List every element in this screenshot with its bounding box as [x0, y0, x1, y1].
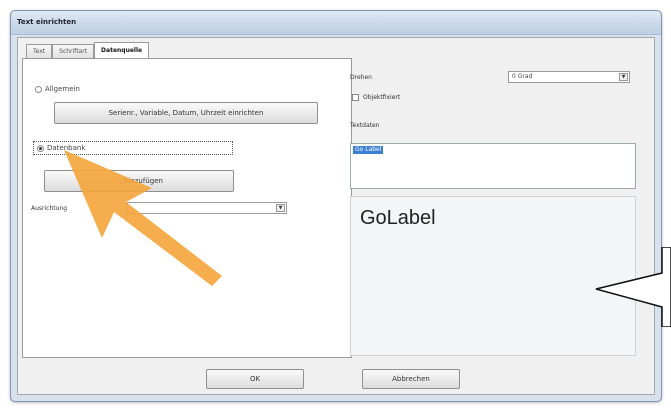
- textdata-selected-text: Go Label: [353, 146, 384, 154]
- series-setup-button[interactable]: Serienr., Variable, Datum, Uhrzeit einri…: [54, 102, 318, 124]
- radio-database-circle[interactable]: [37, 144, 44, 152]
- rotate-value: 0 Grad: [512, 73, 533, 80]
- annotation-arrow-icon: [64, 150, 222, 286]
- objectfixed-label: Objektfixiert: [363, 94, 401, 101]
- ok-button[interactable]: OK: [206, 369, 304, 389]
- radio-general-label: Allgemein: [45, 85, 80, 93]
- callout-bubble-shape: [595, 247, 671, 327]
- annotation-arrow-shape: [64, 150, 222, 286]
- tab-text[interactable]: Text: [26, 44, 53, 58]
- tab-datasource[interactable]: Datenquelle: [94, 42, 150, 58]
- radio-general-circle[interactable]: [35, 85, 42, 93]
- tab-font[interactable]: Schriftart: [52, 44, 95, 58]
- rotate-label: Drehen: [350, 74, 372, 81]
- radio-general[interactable]: Allgemein: [35, 85, 80, 93]
- title-bar: Text einrichten: [11, 11, 661, 35]
- chevron-down-icon[interactable]: ▼: [276, 204, 285, 212]
- window-title: Text einrichten: [17, 18, 77, 26]
- objectfixed-checkbox[interactable]: [352, 94, 359, 101]
- rotate-dropdown[interactable]: 0 Grad ▼: [508, 71, 630, 83]
- cancel-button[interactable]: Abbrechen: [362, 369, 460, 389]
- callout-bubble-icon: [595, 247, 671, 327]
- tab-strip: Text Schriftart Datenquelle: [26, 42, 150, 58]
- chevron-down-icon[interactable]: ▼: [619, 73, 628, 81]
- preview-text: GoLabel: [360, 207, 436, 229]
- textdata-label: Textdaten: [350, 122, 380, 129]
- textdata-field[interactable]: Go Label: [350, 143, 636, 189]
